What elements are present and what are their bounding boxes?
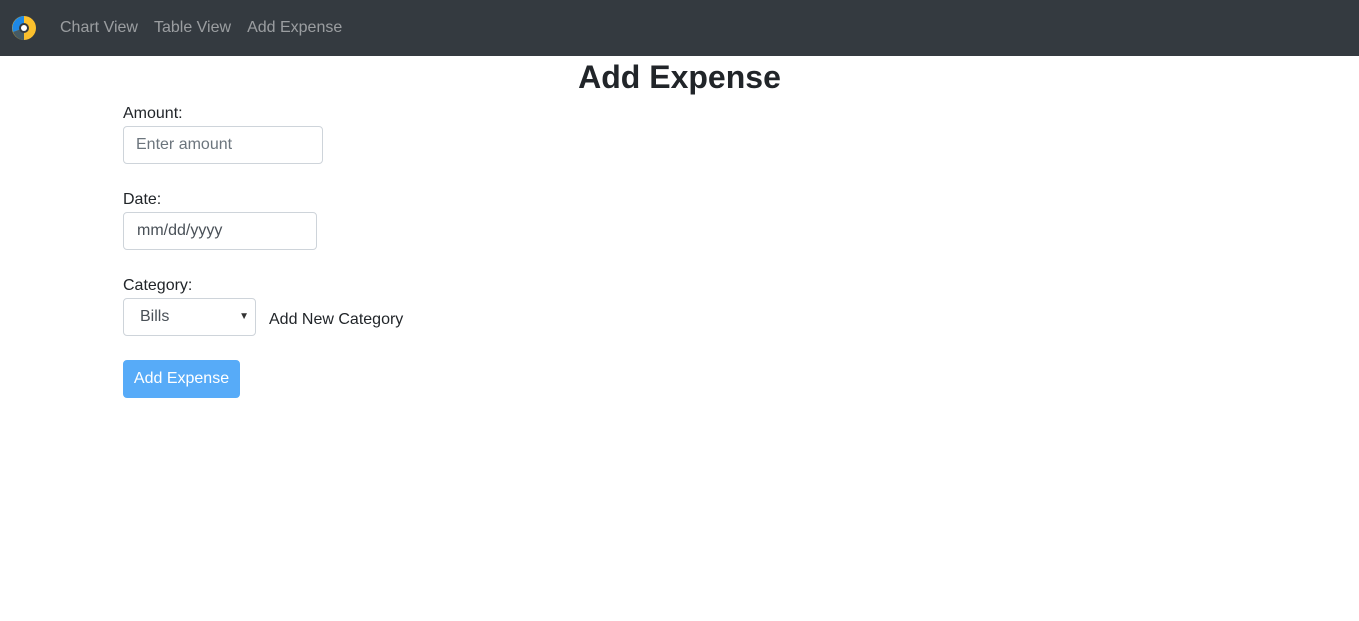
amount-label: Amount: xyxy=(123,105,183,122)
date-input[interactable]: mm/dd/yyyy xyxy=(123,212,317,250)
category-select[interactable]: Bills ▼ xyxy=(123,298,256,336)
navbar: Chart View Table View Add Expense xyxy=(0,0,1359,56)
donut-chart-logo-icon[interactable] xyxy=(11,15,37,41)
nav-link-table-view[interactable]: Table View xyxy=(146,0,239,56)
nav-link-add-expense[interactable]: Add Expense xyxy=(239,0,350,56)
caret-down-icon: ▼ xyxy=(239,311,249,322)
add-new-category-link[interactable]: Add New Category xyxy=(269,311,403,329)
category-selected-value: Bills xyxy=(140,308,170,325)
date-label: Date: xyxy=(123,191,162,208)
add-expense-button[interactable]: Add Expense xyxy=(123,360,240,398)
page-title: Add Expense xyxy=(578,59,781,95)
category-label: Category: xyxy=(123,277,193,294)
nav-link-chart-view[interactable]: Chart View xyxy=(48,0,146,56)
amount-input[interactable] xyxy=(123,126,323,164)
date-placeholder: mm/dd/yyyy xyxy=(137,222,223,239)
